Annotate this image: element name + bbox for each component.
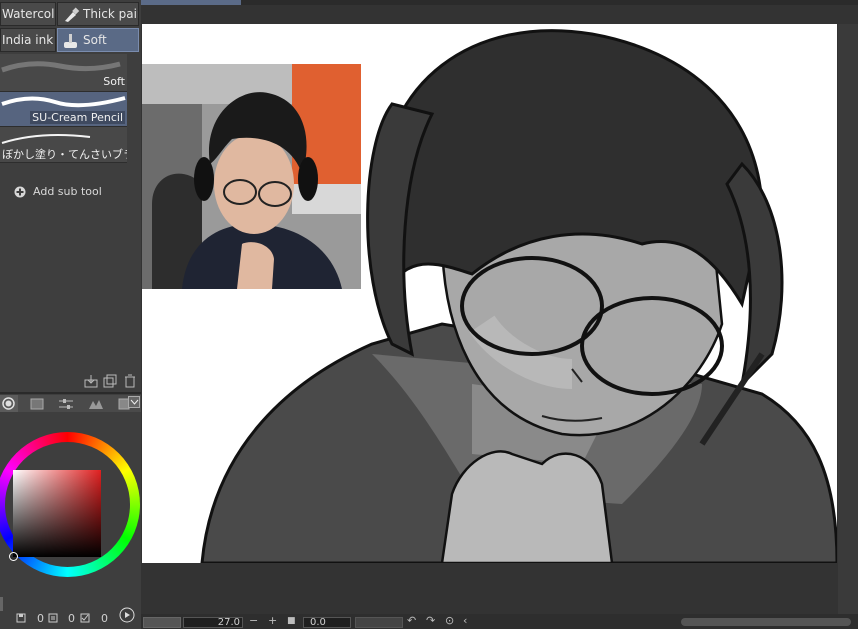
- navigator-slider[interactable]: [143, 617, 181, 628]
- brush-item-soft[interactable]: Soft: [0, 54, 127, 92]
- import-icon[interactable]: [84, 374, 98, 388]
- color-wheel-icon: [2, 397, 15, 410]
- flip-icon[interactable]: ‹: [463, 614, 467, 628]
- subtool-tab-india-ink[interactable]: India ink: [0, 28, 56, 52]
- reset-rotation-icon[interactable]: ⊙: [445, 614, 454, 628]
- subtool-tab-soft[interactable]: Soft: [57, 28, 139, 52]
- subtool-tab-label: Watercolor: [2, 7, 55, 21]
- brush-stroke-preview: [1, 61, 121, 73]
- panel-divider: [0, 392, 141, 394]
- color-picker-handle[interactable]: [9, 552, 18, 561]
- zoom-out-icon[interactable]: −: [249, 614, 258, 628]
- save-color-icon[interactable]: [16, 613, 26, 623]
- play-circle-icon[interactable]: [119, 607, 135, 623]
- plus-circle-icon: [14, 186, 26, 198]
- checkbox-icon[interactable]: [80, 613, 90, 623]
- paint-tube-icon: [65, 7, 80, 22]
- subtool-tab-watercolor[interactable]: Watercolor: [0, 2, 56, 26]
- rotate-right-icon[interactable]: ↷: [426, 614, 435, 628]
- subtool-tab-label: Thick paint: [83, 7, 138, 21]
- color-value-1: 0: [37, 612, 44, 625]
- saturation-value-square[interactable]: [13, 470, 101, 557]
- panel-menu-button[interactable]: [128, 396, 140, 408]
- canvas-tab-strip: [141, 0, 858, 5]
- brush-label: Soft: [103, 75, 125, 88]
- subtool-tab-label: India ink: [2, 33, 54, 47]
- zoom-in-icon[interactable]: +: [268, 614, 277, 628]
- brush-item-su-cream-pencil[interactable]: SU-Cream Pencil: [0, 92, 127, 127]
- reference-photo-image: [142, 64, 361, 289]
- add-sub-tool-label: Add sub tool: [33, 185, 102, 198]
- canvas-margin: [838, 24, 858, 614]
- rotation-slider[interactable]: [355, 617, 403, 628]
- rotation-value: 0.0: [310, 617, 326, 628]
- rotation-field[interactable]: 0.0: [303, 617, 351, 628]
- canvas-tab[interactable]: [141, 0, 241, 5]
- brush-label: SU-Cream Pencil: [30, 111, 125, 124]
- color-mode-icon[interactable]: [48, 613, 58, 623]
- color-value-3: 0: [101, 612, 108, 625]
- intermediate-color-icon[interactable]: [88, 398, 104, 410]
- fit-icon[interactable]: ■: [287, 614, 296, 628]
- panel-edge: [0, 597, 3, 611]
- color-set-icon[interactable]: [30, 398, 44, 410]
- status-bar: 27.0 − + ■ 0.0 ↶ ↷ ⊙ ‹: [141, 614, 858, 629]
- rotate-left-icon[interactable]: ↶: [407, 614, 416, 628]
- brush-label: ぼかし塗り・てんさいブラシ: [2, 148, 127, 161]
- chevron-down-icon: [130, 399, 139, 405]
- trash-icon[interactable]: [123, 374, 137, 388]
- sub-tool-panel: Watercolor Thick paint India ink Soft So…: [0, 0, 141, 629]
- brush-stroke-preview: [1, 134, 91, 144]
- color-panel-tabs: [0, 395, 141, 412]
- color-value-2: 0: [68, 612, 75, 625]
- tab-color-wheel[interactable]: [0, 395, 18, 412]
- add-sub-tool-button[interactable]: Add sub tool: [14, 184, 124, 202]
- duplicate-icon[interactable]: [103, 374, 117, 388]
- brush-item-blur-brush[interactable]: ぼかし塗り・てんさいブラシ: [0, 127, 127, 163]
- zoom-value: 27.0: [217, 617, 240, 628]
- horizontal-scrollbar[interactable]: [681, 618, 851, 626]
- brush-stroke-preview: [1, 96, 126, 108]
- zoom-field[interactable]: 27.0: [183, 617, 243, 628]
- color-slider-icon[interactable]: [58, 398, 74, 410]
- reference-photo: [142, 64, 361, 289]
- subtool-tab-label: Soft: [83, 33, 107, 47]
- subtool-tab-thick-paint[interactable]: Thick paint: [57, 2, 139, 26]
- soft-brush-icon: [64, 34, 77, 48]
